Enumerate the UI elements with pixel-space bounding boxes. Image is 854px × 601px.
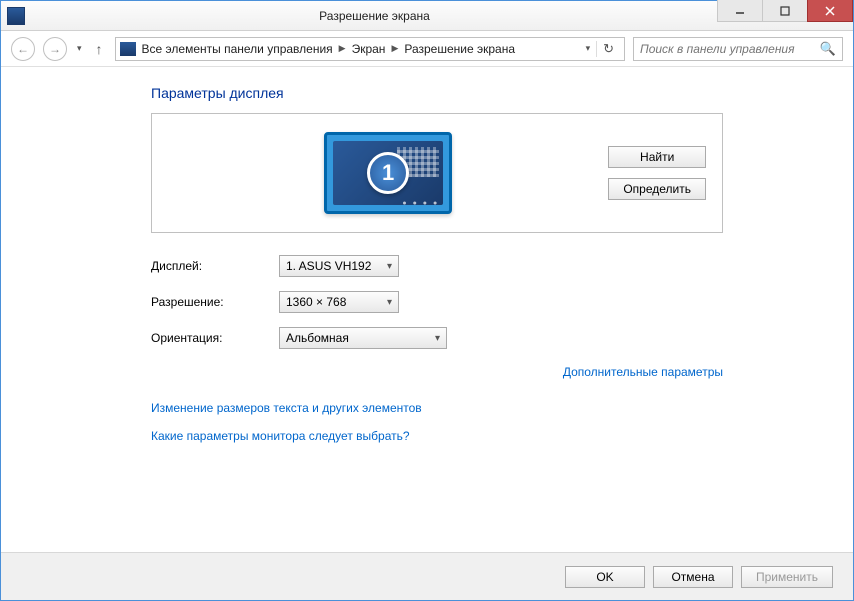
orientation-select[interactable]: Альбомная [279,327,447,349]
preview-center: ● ● ● ● 1 [168,132,608,214]
advanced-settings-link[interactable]: Дополнительные параметры [563,365,723,379]
window-title: Разрешение экрана [31,9,718,23]
window-controls [718,1,853,30]
app-icon [7,7,25,25]
close-button[interactable] [807,0,853,22]
find-button[interactable]: Найти [608,146,706,168]
help-link[interactable]: Какие параметры монитора следует выбрать… [151,429,410,443]
resolution-value: 1360 × 768 [286,295,346,309]
display-label: Дисплей: [151,259,279,273]
window: Разрешение экрана ← → ▾ ↑ Все элементы п… [0,0,854,601]
display-value: 1. ASUS VH192 [286,259,371,273]
maximize-icon [780,6,790,16]
minimize-button[interactable] [717,0,763,22]
monitor-dots: ● ● ● ● [402,200,439,207]
content-area: Параметры дисплея ● ● ● ● 1 Найти Опреде… [1,67,853,552]
display-preview-box: ● ● ● ● 1 Найти Определить [151,113,723,233]
ok-button[interactable]: OK [565,566,645,588]
resolution-row: Разрешение: 1360 × 768 [151,291,723,313]
search-input[interactable] [640,42,820,56]
address-dropdown[interactable]: ▾ [586,43,591,54]
advanced-link-row: Дополнительные параметры [151,363,723,381]
titlebar: Разрешение экрана [1,1,853,31]
forward-button[interactable]: → [43,37,67,61]
minimize-icon [735,6,745,16]
apply-button[interactable]: Применить [741,566,833,588]
maximize-button[interactable] [762,0,808,22]
cancel-button[interactable]: Отмена [653,566,733,588]
refresh-button[interactable]: ↻ [596,41,620,57]
back-button[interactable]: ← [11,37,35,61]
breadcrumb-item[interactable]: Разрешение экрана [404,42,515,56]
search-icon[interactable]: 🔍 [820,41,836,57]
control-panel-icon [120,42,136,56]
breadcrumb-item[interactable]: Все элементы панели управления [142,42,333,56]
close-icon [825,6,835,16]
page-heading: Параметры дисплея [151,85,723,101]
identify-button[interactable]: Определить [608,178,706,200]
footer-bar: OK Отмена Применить [1,552,853,600]
orientation-row: Ориентация: Альбомная [151,327,723,349]
breadcrumb-item[interactable]: Экран [352,42,386,56]
navbar: ← → ▾ ↑ Все элементы панели управления ▶… [1,31,853,67]
preview-side-buttons: Найти Определить [608,146,706,200]
address-bar[interactable]: Все элементы панели управления ▶ Экран ▶… [115,37,625,61]
monitor-number-badge: 1 [367,152,409,194]
up-button[interactable]: ↑ [92,41,107,57]
chevron-right-icon: ▶ [391,43,398,54]
display-row: Дисплей: 1. ASUS VH192 [151,255,723,277]
orientation-label: Ориентация: [151,331,279,345]
search-box[interactable]: 🔍 [633,37,843,61]
monitor-preview[interactable]: ● ● ● ● 1 [324,132,452,214]
resize-text-link[interactable]: Изменение размеров текста и других элеме… [151,401,422,415]
resolution-select[interactable]: 1360 × 768 [279,291,399,313]
orientation-value: Альбомная [286,331,349,345]
history-dropdown[interactable]: ▾ [75,43,84,54]
display-select[interactable]: 1. ASUS VH192 [279,255,399,277]
chevron-right-icon: ▶ [339,43,346,54]
resolution-label: Разрешение: [151,295,279,309]
